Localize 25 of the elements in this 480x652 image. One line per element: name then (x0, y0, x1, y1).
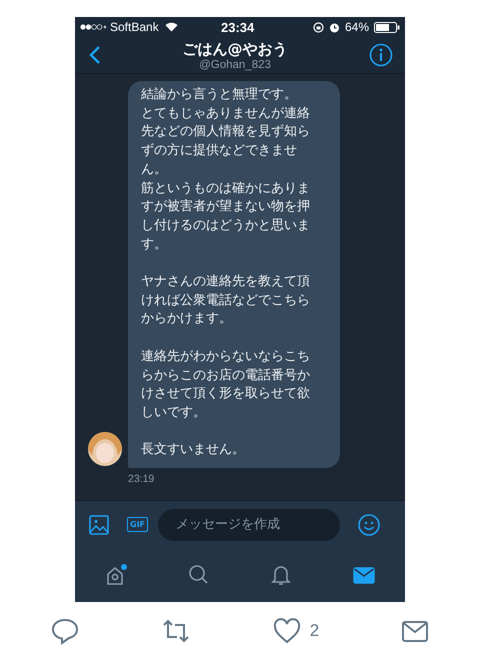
alarm-icon (328, 22, 340, 32)
wifi-icon (164, 22, 178, 32)
back-icon[interactable] (89, 45, 101, 65)
user-handle: @Gohan_823 (199, 58, 271, 70)
image-icon[interactable] (89, 514, 109, 534)
clock-time: 23:34 (221, 20, 254, 34)
signal-icon (80, 23, 106, 31)
conversation-title: ごはん@やおう (182, 40, 288, 58)
rotation-lock-icon (312, 22, 324, 32)
message-text: 連絡先がわからないならこち らからこのお店の電話番号か けさせて頂く形を取らせて欲 しいです。 (141, 348, 311, 422)
battery-icon (374, 22, 400, 32)
message-time: 23:19 (128, 473, 156, 486)
message-text: 長文すいません。 (141, 441, 246, 460)
like-count: 2 (310, 621, 320, 641)
message-text: 結論から言うと無理です。 とてもじゃありませんが連絡 先などの個人情報を見ず知ら ずの方に提供などできませ ん。 筋というものは確かにありま すが被害者が望まない物を押 し付けるのはどうかと思いま す。 (141, 86, 311, 254)
info-icon[interactable] (369, 43, 393, 67)
heart-icon[interactable] (272, 616, 302, 646)
carrier-name: SoftBank (110, 20, 159, 34)
message-input[interactable]: メッセージを作成 (158, 508, 340, 540)
speech-bubble-icon[interactable] (50, 616, 80, 646)
battery-percent: 64% (344, 20, 369, 34)
avatar[interactable] (88, 432, 122, 466)
gif-button[interactable]: GIF (127, 517, 148, 532)
message-text: ヤナさんの連絡先を教えて頂 ければ公衆電話などでこちら からかけます。 (141, 273, 311, 328)
emoji-icon[interactable] (358, 514, 380, 536)
